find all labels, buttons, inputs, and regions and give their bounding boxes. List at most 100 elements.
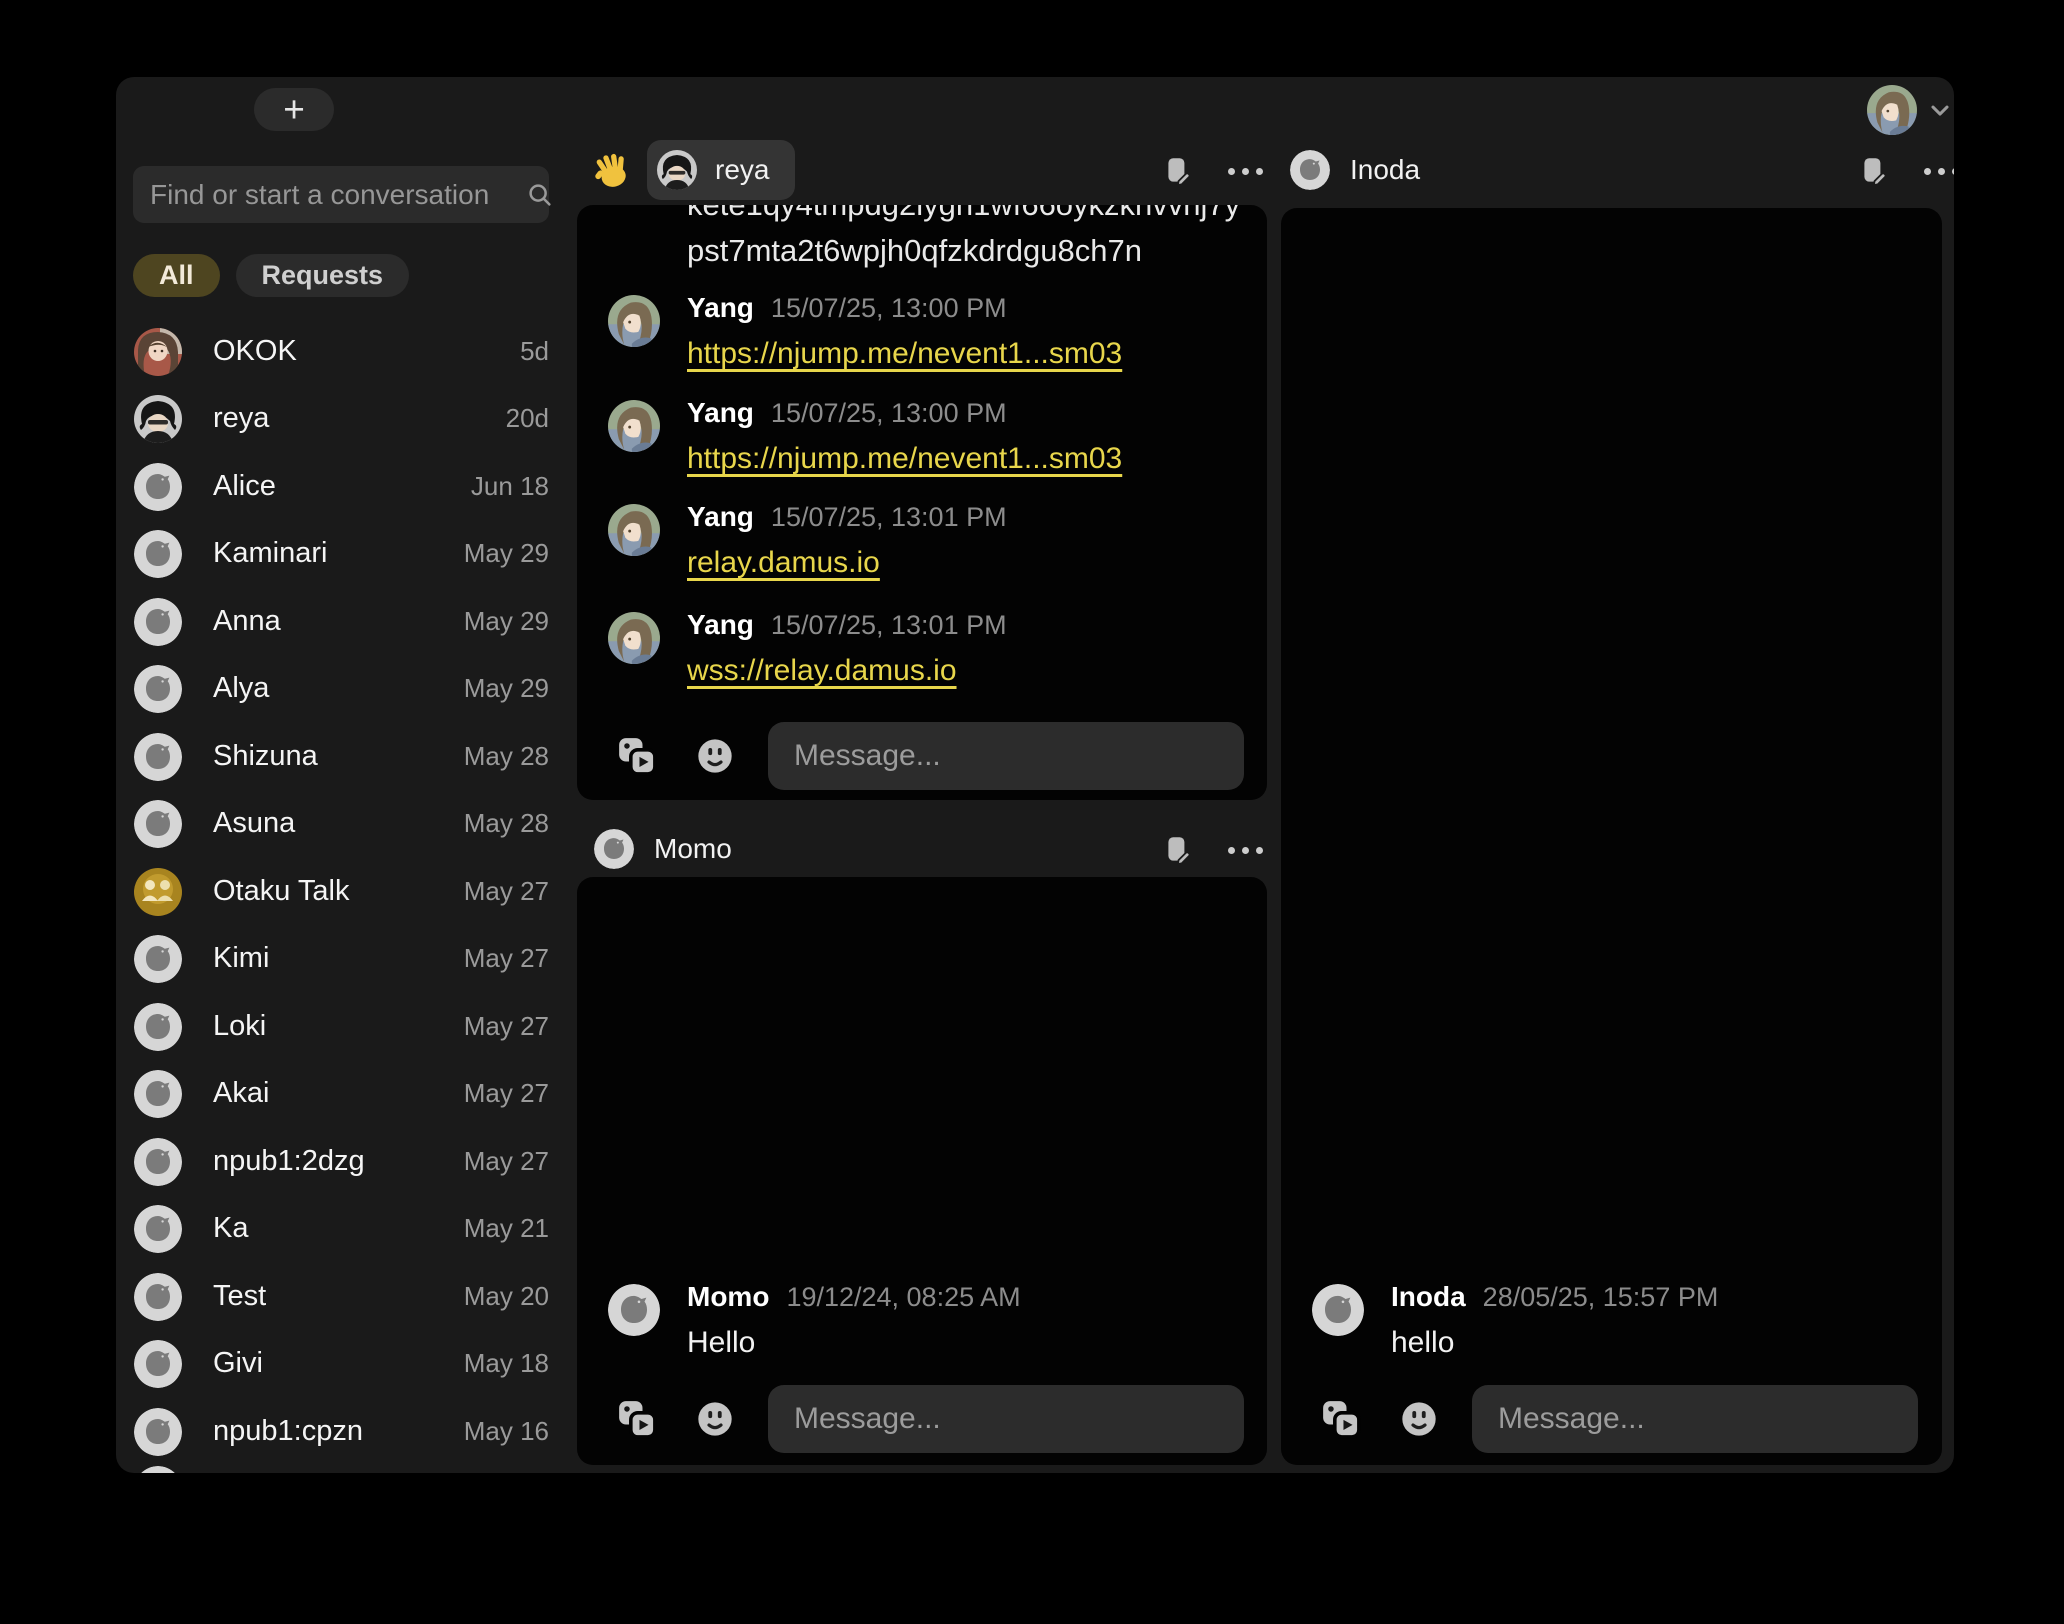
message-timestamp: 28/05/25, 15:57 PM — [1483, 1282, 1719, 1313]
message-link[interactable]: https://njump.me/nevent1...sm03 — [687, 337, 1122, 370]
avatar — [134, 530, 182, 578]
conversation-row-kimi[interactable]: Kimi May 27 — [133, 925, 549, 992]
attach-media-icon[interactable] — [615, 1397, 659, 1441]
chevron-down-icon — [1926, 96, 1954, 124]
plus-icon: + — [283, 91, 305, 128]
chat-title-momo[interactable]: Momo — [594, 829, 732, 869]
conversation-row-okok[interactable]: OKOK 5d — [133, 318, 549, 385]
message-author: Momo — [687, 1281, 769, 1313]
search-icon — [525, 180, 555, 210]
attach-media-icon[interactable] — [1319, 1397, 1363, 1441]
conversation-row-akai[interactable]: Akai May 27 — [133, 1060, 549, 1127]
filter-requests[interactable]: Requests — [236, 254, 410, 297]
message-input[interactable] — [768, 722, 1244, 790]
message-link[interactable]: wss://relay.damus.io — [687, 654, 957, 687]
search-input[interactable] — [133, 179, 525, 211]
chat-header-actions-momo — [1162, 834, 1263, 866]
conversation-row-alya[interactable]: Alya May 29 — [133, 655, 549, 722]
emoji-picker-icon[interactable] — [695, 1399, 735, 1439]
new-chat-button[interactable]: + — [254, 88, 334, 131]
clipped-message-text: kete1qy4tmpdg2lygh1wf66oykzkhvvnj7y — [687, 205, 1240, 223]
message-text: Hello — [687, 1326, 755, 1359]
message-author: Yang — [687, 292, 754, 324]
conversation-row-shizuna[interactable]: Shizuna May 28 — [133, 723, 549, 790]
conversation-row-reya[interactable]: reya 20d — [133, 385, 549, 452]
avatar — [134, 665, 182, 713]
account-menu[interactable] — [1867, 85, 1954, 135]
message-timestamp: 19/12/24, 08:25 AM — [786, 1282, 1020, 1313]
conversation-row-npub1-2dzg[interactable]: npub1:2dzg May 27 — [133, 1128, 549, 1195]
emoji-picker-icon[interactable] — [695, 736, 735, 776]
avatar — [134, 868, 182, 916]
avatar — [134, 1070, 182, 1118]
filter-all[interactable]: All — [133, 254, 220, 297]
note-edit-icon[interactable] — [1858, 155, 1890, 187]
app-window: + All Requests O — [116, 77, 1954, 1473]
message-timestamp: 15/07/25, 13:01 PM — [771, 502, 1007, 533]
note-edit-icon[interactable] — [1162, 834, 1194, 866]
conversation-row-kaminari[interactable]: Kaminari May 29 — [133, 520, 549, 587]
chat-panel-momo: Momo 19/12/24, 08:25 AM Hello — [577, 877, 1267, 1465]
message-link[interactable]: relay.damus.io — [687, 546, 880, 579]
more-options-icon[interactable] — [1228, 847, 1263, 854]
chat-header-momo: Momo — [594, 819, 732, 879]
message-input[interactable] — [1472, 1385, 1918, 1453]
chat-panel-reya: kete1qy4tmpdg2lygh1wf66oykzkhvvnj7y pst7… — [577, 205, 1267, 800]
avatar — [134, 598, 182, 646]
conversation-row-loki[interactable]: Loki May 27 — [133, 993, 549, 1060]
message-timestamp: 15/07/25, 13:00 PM — [771, 398, 1007, 429]
avatar[interactable] — [1312, 1284, 1364, 1336]
avatar — [134, 1138, 182, 1186]
avatar — [594, 829, 634, 869]
avatar — [134, 1340, 182, 1388]
avatar — [1290, 150, 1330, 190]
conversation-row-asuna[interactable]: Asuna May 28 — [133, 790, 549, 857]
avatar[interactable] — [608, 504, 660, 556]
avatar — [134, 1003, 182, 1051]
conversation-row-givi[interactable]: Givi May 18 — [133, 1330, 549, 1397]
waving-hand-icon[interactable] — [593, 151, 631, 189]
message-author: Inoda — [1391, 1281, 1466, 1313]
avatar — [657, 150, 697, 190]
more-options-icon[interactable] — [1228, 168, 1263, 175]
message-author: Yang — [687, 609, 754, 641]
avatar — [134, 1408, 182, 1456]
more-options-icon[interactable] — [1924, 168, 1954, 175]
conversation-row-test[interactable]: Test May 20 — [133, 1263, 549, 1330]
avatar — [134, 328, 182, 376]
avatar[interactable] — [608, 400, 660, 452]
avatar[interactable] — [608, 612, 660, 664]
message-link[interactable]: https://njump.me/nevent1...sm03 — [687, 442, 1122, 475]
chat-header-actions-reya — [1162, 155, 1263, 187]
emoji-picker-icon[interactable] — [1399, 1399, 1439, 1439]
conversation-row-npub1-cpzn[interactable]: npub1:cpzn May 16 — [133, 1398, 549, 1465]
composer-reya — [577, 722, 1267, 790]
attach-media-icon[interactable] — [615, 734, 659, 778]
search-box[interactable] — [133, 166, 549, 223]
avatar[interactable] — [608, 1284, 660, 1336]
chat-header-actions-inoda — [1858, 155, 1954, 187]
account-avatar[interactable] — [1867, 85, 1917, 135]
avatar[interactable] — [608, 295, 660, 347]
chat-panel-inoda: Inoda 28/05/25, 15:57 PM hello — [1281, 208, 1942, 1465]
chat-header-reya: reya — [593, 140, 795, 200]
message-timestamp: 15/07/25, 13:01 PM — [771, 610, 1007, 641]
conversation-row-alice[interactable]: Alice Jun 18 — [133, 453, 549, 520]
conversation-row-anna[interactable]: Anna May 29 — [133, 588, 549, 655]
avatar — [134, 800, 182, 848]
composer-momo — [577, 1385, 1267, 1453]
conversation-row-ka[interactable]: Ka May 21 — [133, 1195, 549, 1262]
message-author: Yang — [687, 397, 754, 429]
avatar — [134, 935, 182, 983]
message-input[interactable] — [768, 1385, 1244, 1453]
message-author: Yang — [687, 501, 754, 533]
chat-header-inoda: Inoda — [1290, 140, 1420, 200]
composer-inoda — [1281, 1385, 1942, 1453]
conversation-row-otaku-talk[interactable]: Otaku Talk May 27 — [133, 858, 549, 925]
note-edit-icon[interactable] — [1162, 155, 1194, 187]
avatar — [134, 395, 182, 443]
chat-title-reya[interactable]: reya — [647, 140, 795, 200]
avatar — [134, 1273, 182, 1321]
chat-title-inoda[interactable]: Inoda — [1290, 150, 1420, 190]
screen: + All Requests O — [0, 0, 2064, 1624]
